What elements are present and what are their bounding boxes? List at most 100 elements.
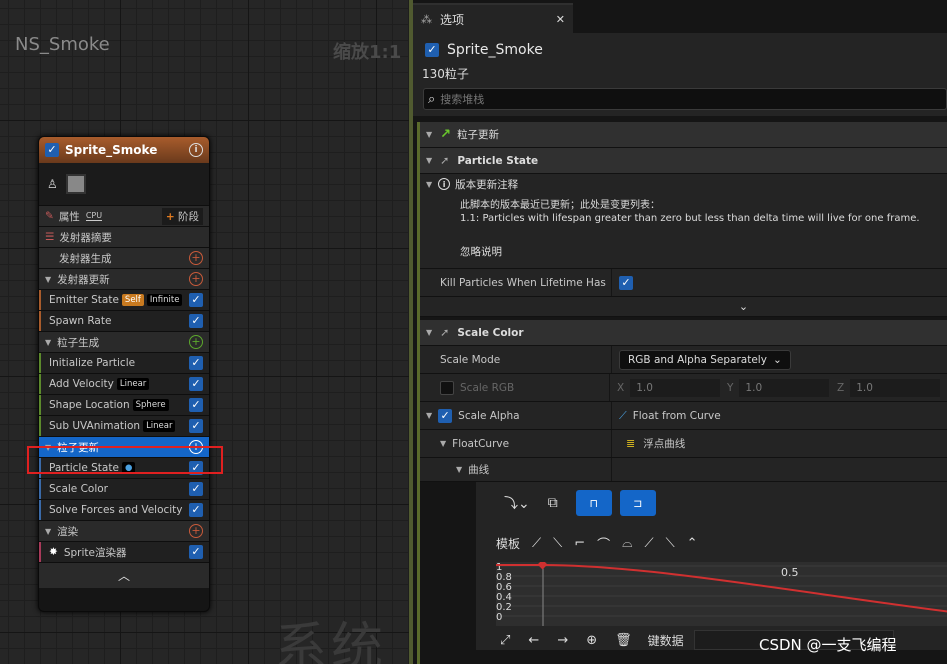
add-key-icon[interactable]: ⊕ xyxy=(586,633,597,648)
collapse-icon[interactable]: ▼ xyxy=(45,275,51,284)
open-external-icon[interactable]: ⧉ xyxy=(548,495,558,511)
scale-alpha-checkbox[interactable]: ✓ xyxy=(438,408,453,423)
module-row[interactable]: Initialize Particle ✓ xyxy=(39,352,209,373)
module-enabled-checkbox[interactable]: ✓ xyxy=(189,398,203,412)
module-enabled-checkbox[interactable]: ✓ xyxy=(189,293,203,307)
module-label: Add Velocity xyxy=(49,378,114,390)
curve-icon: ⟋ xyxy=(619,408,627,422)
tab-options[interactable]: ⁂ 选项 ✕ xyxy=(413,3,573,33)
module-label: Solve Forces and Velocity xyxy=(49,504,183,516)
add-module-icon[interactable]: + xyxy=(189,335,203,349)
expand-icon[interactable]: ⤢ xyxy=(500,633,510,648)
module-enabled-checkbox[interactable]: ✓ xyxy=(189,314,203,328)
delete-icon[interactable]: 🗑 xyxy=(615,633,632,648)
fit-vertical-button[interactable]: ⊐ xyxy=(619,490,656,516)
category-particle-state[interactable]: ▼ ➚ Particle State xyxy=(420,148,947,174)
collapse-icon[interactable]: ▼ xyxy=(45,527,51,536)
scale-rgb-checkbox[interactable] xyxy=(440,380,454,395)
ignore-note-link[interactable]: 忽略说明 xyxy=(420,244,502,259)
template-smooth-up-icon[interactable]: ⟋ xyxy=(644,536,653,551)
scale-rgb-label: Scale RGB xyxy=(460,381,515,394)
kill-particles-checkbox[interactable]: ✓ xyxy=(619,275,633,290)
collapse-icon[interactable]: ▼ xyxy=(426,328,432,337)
module-enabled-checkbox[interactable]: ✓ xyxy=(189,356,203,370)
node-section-row[interactable]: ▼ 粒子生成 + xyxy=(39,331,209,352)
particle-state-label: Particle State xyxy=(457,154,539,167)
module-row[interactable]: Sub UVAnimation Linear ✓ xyxy=(39,415,209,436)
module-enabled-checkbox[interactable]: ✓ xyxy=(189,545,203,559)
module-label: Scale Color xyxy=(49,483,109,495)
y-field[interactable]: Y 1.0 xyxy=(727,378,837,397)
collapse-icon[interactable]: ▼ xyxy=(440,439,446,448)
module-row[interactable]: ✸ Sprite渲染器 ✓ xyxy=(39,541,209,562)
graph-canvas[interactable]: NS_Smoke 缩放1:1 系统 ✓ Sprite_Smoke i ♙ ✎ 属… xyxy=(0,0,412,664)
collapse-icon[interactable]: ▼ xyxy=(45,338,51,347)
node-section-row[interactable]: ▼ 渲染 + xyxy=(39,520,209,541)
category-scale-color[interactable]: ▼ ➚ Scale Color xyxy=(420,320,947,346)
z-value: 1.0 xyxy=(850,378,941,397)
template-bell-icon[interactable]: ⌃ xyxy=(687,536,698,551)
template-linear-up-icon[interactable]: ⟋ xyxy=(532,536,541,551)
template-step-icon[interactable]: ⌐ xyxy=(574,536,585,551)
emitter-checkbox[interactable]: ✓ xyxy=(425,43,439,57)
template-smooth-down-icon[interactable]: ⟍ xyxy=(666,536,675,551)
curve-row: ▼ 曲线 xyxy=(420,458,947,482)
properties-row[interactable]: ✎ 属性 CPU + 阶段 xyxy=(39,205,209,226)
collapse-icon[interactable]: ▼ xyxy=(426,156,432,165)
module-row[interactable]: Add Velocity Linear ✓ xyxy=(39,373,209,394)
pin-icon[interactable]: ♙ xyxy=(47,177,58,191)
scale-mode-dropdown[interactable]: RGB and Alpha Separately ⌄ xyxy=(619,349,791,370)
template-ease-in-icon[interactable]: ⌒ xyxy=(597,534,610,553)
y-value: 1.0 xyxy=(739,378,830,397)
module-enabled-checkbox[interactable]: ✓ xyxy=(189,482,203,496)
module-enabled-checkbox[interactable]: ✓ xyxy=(189,377,203,391)
scale-alpha-value[interactable]: ⟋ Float from Curve xyxy=(611,402,947,429)
search-box[interactable]: ⌕ xyxy=(423,88,947,110)
module-row[interactable]: Emitter State Self Infinite ✓ xyxy=(39,289,209,310)
collapse-icon[interactable]: ▼ xyxy=(426,180,432,189)
selection-highlight xyxy=(27,446,223,474)
curve-graph[interactable]: 1 0.8 0.6 0.4 0.2 0 0.5 xyxy=(496,562,947,626)
properties-label: 属性 xyxy=(58,210,80,223)
x-field[interactable]: X 1.0 xyxy=(617,378,727,397)
details-panel: ⁂ 选项 ✕ ✓ Sprite_Smoke 130粒子 ⌕ ▼ ↗ 粒子更新 ▼… xyxy=(413,0,947,664)
category-particle-update[interactable]: ▼ ↗ 粒子更新 xyxy=(420,122,947,148)
fit-horizontal-button[interactable]: ⊓ xyxy=(575,490,612,516)
arrow-right-icon[interactable]: → xyxy=(557,633,568,648)
summary-row[interactable]: ☰ 发射器摘要 xyxy=(39,226,209,247)
scale-rgb-value: X 1.0 Y 1.0 Z 1.0 xyxy=(609,374,947,401)
float-curve-value[interactable]: ≣ 浮点曲线 xyxy=(611,430,947,457)
module-badge: Infinite xyxy=(146,294,183,306)
emitter-node[interactable]: ✓ Sprite_Smoke i ♙ ✎ 属性 CPU + 阶段 ☰ 发射器摘要… xyxy=(38,136,210,612)
zoom-level: 缩放1:1 xyxy=(333,42,402,63)
module-enabled-checkbox[interactable]: ✓ xyxy=(189,419,203,433)
template-linear-down-icon[interactable]: ⟍ xyxy=(553,536,562,551)
collapse-icon[interactable]: ▼ xyxy=(456,465,462,474)
arrow-left-icon[interactable]: ← xyxy=(528,633,539,648)
collapse-icon[interactable]: ▼ xyxy=(426,130,432,139)
curve-key[interactable] xyxy=(537,562,548,570)
collapse-icon[interactable]: ▼ xyxy=(426,411,432,420)
collapse-button[interactable]: ︿ xyxy=(39,562,209,588)
module-row[interactable]: Shape Location Sphere ✓ xyxy=(39,394,209,415)
close-icon[interactable]: ✕ xyxy=(556,13,565,26)
node-section-row[interactable]: ▼ 发射器更新 + xyxy=(39,268,209,289)
module-enabled-checkbox[interactable]: ✓ xyxy=(189,503,203,517)
module-row[interactable]: Scale Color ✓ xyxy=(39,478,209,499)
z-field[interactable]: Z 1.0 xyxy=(837,378,947,397)
add-module-icon[interactable]: + xyxy=(189,251,203,265)
add-module-icon[interactable]: + xyxy=(189,524,203,538)
node-section-row[interactable]: 发射器生成 + xyxy=(39,247,209,268)
info-icon[interactable]: i xyxy=(189,143,203,157)
add-stage-button[interactable]: + 阶段 xyxy=(161,207,203,225)
emitter-enabled-checkbox[interactable]: ✓ xyxy=(45,143,59,157)
emitter-thumbnail xyxy=(65,174,86,194)
curve-mode-dropdown[interactable]: ⤵⌄ xyxy=(504,493,530,513)
add-module-icon[interactable]: + xyxy=(189,272,203,286)
emitter-node-header[interactable]: ✓ Sprite_Smoke i xyxy=(39,137,209,163)
template-ease-out-icon[interactable]: ⌓ xyxy=(622,536,632,551)
expand-row[interactable]: ⌄ xyxy=(420,297,947,317)
search-input[interactable] xyxy=(440,92,741,106)
module-row[interactable]: Spawn Rate ✓ xyxy=(39,310,209,331)
module-row[interactable]: Solve Forces and Velocity ✓ xyxy=(39,499,209,520)
